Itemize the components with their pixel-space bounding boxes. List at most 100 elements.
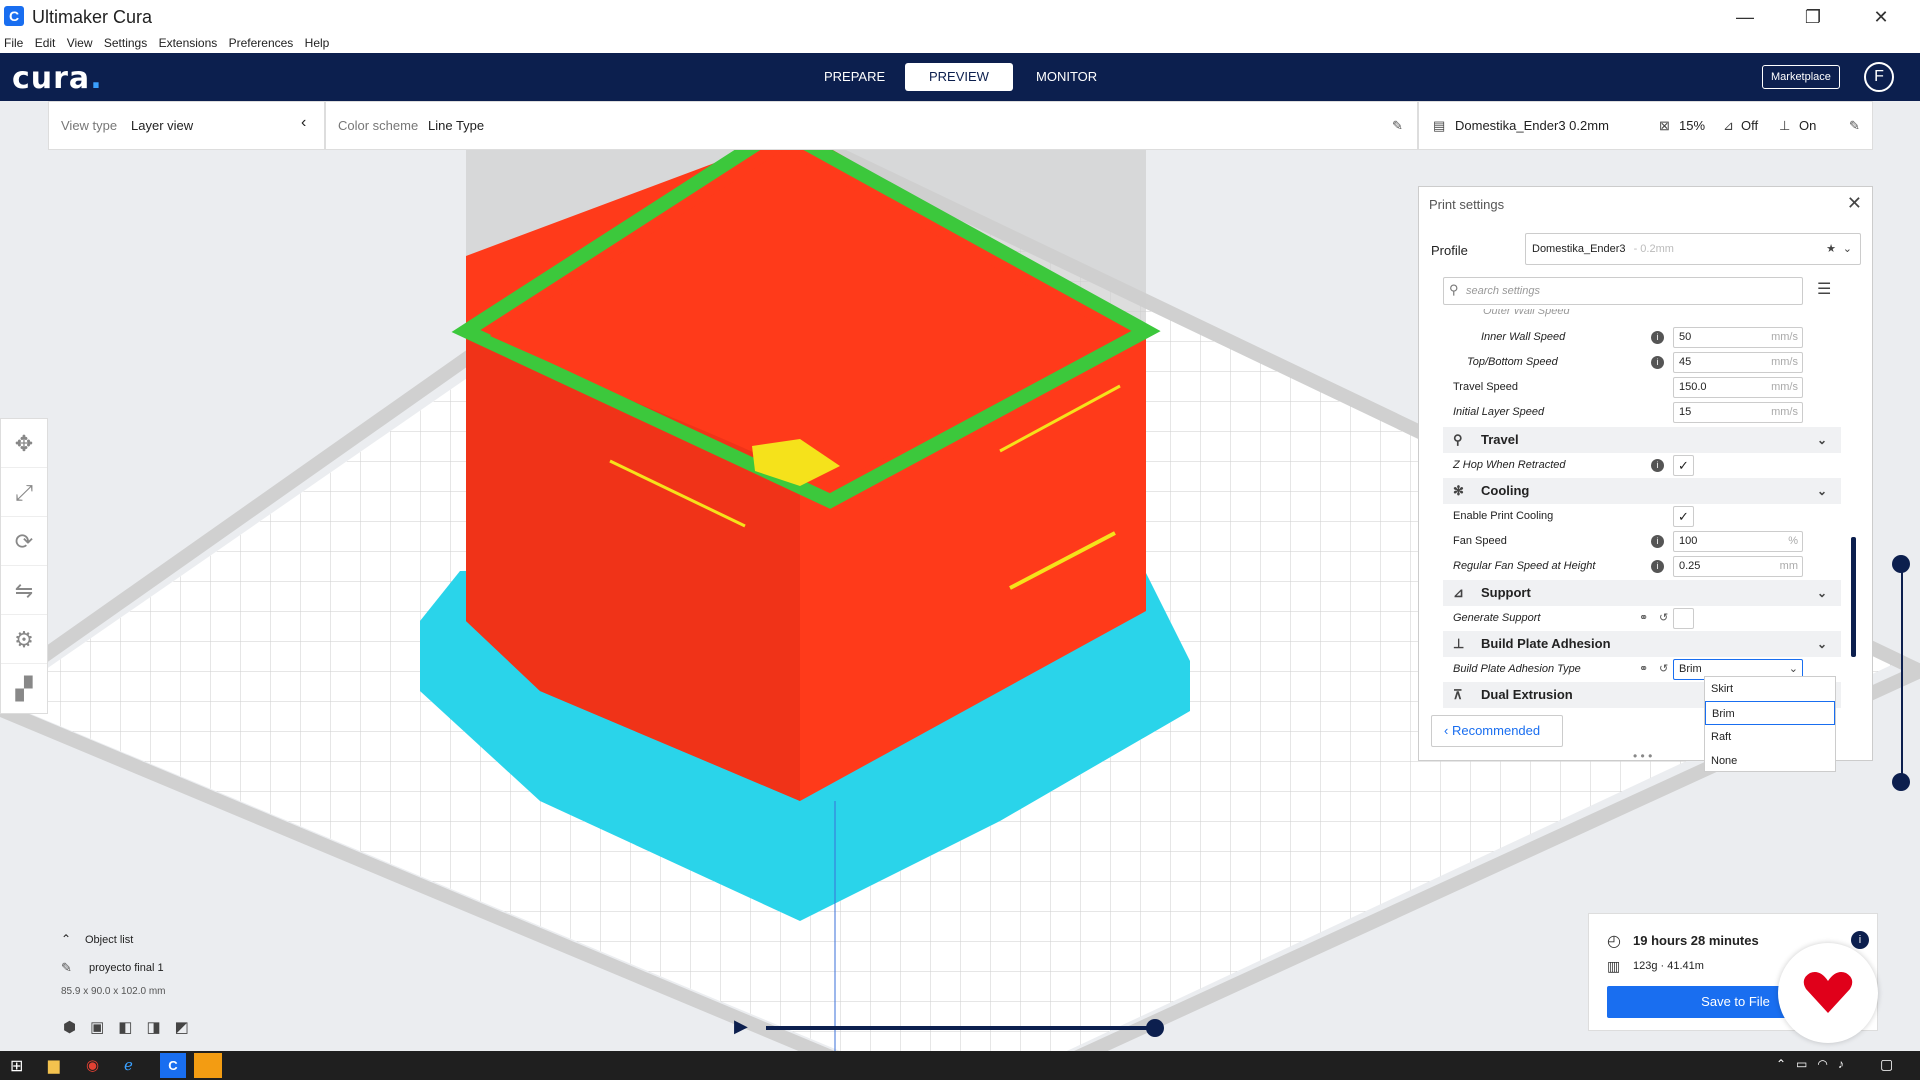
category-cooling[interactable]: ✻ Cooling ⌄ (1443, 478, 1841, 504)
info-icon[interactable]: i (1651, 356, 1664, 369)
notifications-icon[interactable]: ▢ (1880, 1056, 1893, 1073)
tab-prepare[interactable]: PREPARE (800, 63, 909, 91)
front-view-icon[interactable]: ▣ (90, 1019, 118, 1036)
left-view-icon[interactable]: ◨ (146, 1019, 174, 1036)
support-icon: ⊿ (1453, 585, 1464, 600)
menu-edit[interactable]: Edit (35, 34, 56, 53)
menu-view[interactable]: View (67, 34, 93, 53)
system-tray-icons[interactable]: ⌃▭◠♪ (1776, 1057, 1854, 1071)
pencil-icon[interactable]: ✎ (61, 960, 72, 976)
close-window-button[interactable]: ✕ (1858, 4, 1904, 30)
windows-start-icon[interactable]: ⊞ (10, 1056, 23, 1076)
star-icon[interactable]: ★ (1826, 234, 1836, 264)
window-title: Ultimaker Cura (32, 7, 153, 27)
category-support[interactable]: ⊿ Support ⌄ (1443, 580, 1841, 606)
per-model-settings-icon[interactable]: ⚙ (1, 615, 47, 664)
profile-selector[interactable]: Domestika_Ender3 - 0.2mm ★ ⌄ (1525, 233, 1861, 265)
settings-menu-icon[interactable]: ☰ (1817, 279, 1831, 299)
pencil-icon[interactable]: ✎ (1849, 118, 1860, 134)
chevron-left-icon[interactable]: ‹ (301, 114, 306, 132)
app-header: cura. PREPARE PREVIEW MONITOR Marketplac… (0, 53, 1920, 101)
menu-preferences[interactable]: Preferences (229, 34, 294, 53)
option-skirt[interactable]: Skirt (1705, 677, 1835, 701)
reset-icon[interactable]: ↺ (1659, 606, 1668, 631)
chevron-down-icon[interactable]: ⌄ (1843, 234, 1852, 264)
search-input[interactable]: search settings (1443, 277, 1803, 305)
move-tool-icon[interactable]: ✥ (1, 419, 47, 468)
print-time: 19 hours 28 minutes (1633, 933, 1759, 948)
link-icon[interactable]: ⚭ (1639, 657, 1648, 682)
taskbar-app-icon[interactable] (194, 1053, 222, 1078)
enable-cooling-checkbox[interactable]: ✓ (1673, 506, 1694, 527)
recommended-button[interactable]: ‹ Recommended (1431, 715, 1563, 747)
scale-tool-icon[interactable]: ⤢ (1, 468, 47, 517)
info-icon[interactable]: i (1651, 535, 1664, 548)
playback-handle[interactable] (1146, 1019, 1164, 1037)
menu-settings[interactable]: Settings (104, 34, 147, 53)
setting-value-field[interactable]: 0.25 mm (1673, 556, 1803, 577)
layer-slider-top-handle[interactable] (1892, 555, 1910, 573)
close-icon[interactable]: ✕ (1847, 193, 1862, 214)
edge-icon[interactable]: ℯ (124, 1056, 133, 1074)
menu-help[interactable]: Help (305, 34, 330, 53)
resize-handle[interactable]: • • • (1633, 749, 1652, 763)
menu-file[interactable]: File (4, 34, 23, 53)
option-brim[interactable]: Brim (1705, 701, 1835, 725)
z-hop-checkbox[interactable]: ✓ (1673, 455, 1694, 476)
setting-row: Initial Layer Speed 15 mm/s (1443, 400, 1843, 425)
chevron-up-icon[interactable]: ⌃ (61, 932, 71, 946)
setting-name: Inner Wall Speed (1481, 331, 1566, 343)
setting-value-field[interactable]: 100% (1673, 531, 1803, 552)
account-avatar[interactable]: F (1864, 62, 1894, 92)
play-icon[interactable]: ▶ (734, 1016, 748, 1037)
link-icon[interactable]: ⚭ (1639, 606, 1648, 631)
setting-value-field[interactable]: 45 mm/s (1673, 352, 1803, 373)
setting-name: Enable Print Cooling (1453, 510, 1554, 522)
category-travel[interactable]: ⚲ Travel ⌄ (1443, 427, 1841, 453)
color-scheme-panel[interactable]: Color scheme Line Type ✎ (325, 101, 1418, 150)
file-explorer-icon[interactable]: ▆ (48, 1056, 60, 1074)
layer-slider-bottom-handle[interactable] (1892, 773, 1910, 791)
maximize-button[interactable]: ❐ (1790, 4, 1836, 30)
mirror-tool-icon[interactable]: ⇋ (1, 566, 47, 615)
print-setup-panel[interactable]: ▤ Domestika_Ender3 0.2mm ⊠ 15% ⊿ Off ⊥ O… (1418, 101, 1873, 150)
setting-value-field[interactable]: 150.0 mm/s (1673, 377, 1803, 398)
pencil-icon[interactable]: ✎ (1392, 118, 1403, 134)
cura-taskbar-icon[interactable]: C (160, 1053, 186, 1078)
option-raft[interactable]: Raft (1705, 725, 1835, 749)
setting-value-field[interactable]: 15 mm/s (1673, 402, 1803, 423)
info-icon[interactable]: i (1651, 560, 1664, 573)
info-icon[interactable]: i (1651, 331, 1664, 344)
3d-view-icon[interactable]: ⬢ (63, 1019, 90, 1036)
settings-scrollbar[interactable] (1851, 537, 1856, 657)
info-icon[interactable]: i (1651, 459, 1664, 472)
object-list-label[interactable]: Object list (85, 934, 133, 946)
title-bar: C Ultimaker Cura — ❐ ✕ (0, 0, 1920, 34)
reset-icon[interactable]: ↺ (1659, 657, 1668, 682)
setting-value-field[interactable]: 50 mm/s (1673, 327, 1803, 348)
tab-preview[interactable]: PREVIEW (905, 63, 1013, 91)
adhesion-icon: ⊥ (1779, 118, 1791, 133)
category-build-plate-adhesion[interactable]: ⊥ Build Plate Adhesion ⌄ (1443, 631, 1841, 657)
layer-slider[interactable] (1892, 555, 1912, 795)
color-scheme-value[interactable]: Line Type (428, 118, 484, 133)
profile-label: Profile (1431, 243, 1468, 258)
setting-name: Top/Bottom Speed (1467, 356, 1558, 368)
windows-taskbar: ⊞ ▆ ◉ ℯ C ⌃▭◠♪ ▢ (0, 1051, 1920, 1080)
right-view-icon[interactable]: ◩ (175, 1019, 203, 1036)
view-type-value[interactable]: Layer view (131, 118, 193, 133)
minimize-button[interactable]: — (1722, 4, 1768, 30)
generate-support-checkbox[interactable] (1673, 608, 1694, 629)
support-blocker-icon[interactable]: ▞ (1, 664, 47, 713)
chrome-icon[interactable]: ◉ (86, 1056, 99, 1074)
menu-extensions[interactable]: Extensions (159, 34, 218, 53)
tab-monitor[interactable]: MONITOR (1012, 63, 1121, 91)
marketplace-button[interactable]: Marketplace (1762, 65, 1840, 89)
rotate-tool-icon[interactable]: ⟳ (1, 517, 47, 566)
option-none[interactable]: None (1705, 749, 1835, 773)
adhesion-type-dropdown: Skirt Brim Raft None (1704, 676, 1836, 772)
top-view-icon[interactable]: ◧ (118, 1019, 146, 1036)
view-type-panel[interactable]: View type Layer view ‹ (48, 101, 325, 150)
dual-extrusion-icon: ⊼ (1453, 687, 1463, 702)
setting-row: Generate Support ⚭ ↺ (1443, 606, 1843, 631)
